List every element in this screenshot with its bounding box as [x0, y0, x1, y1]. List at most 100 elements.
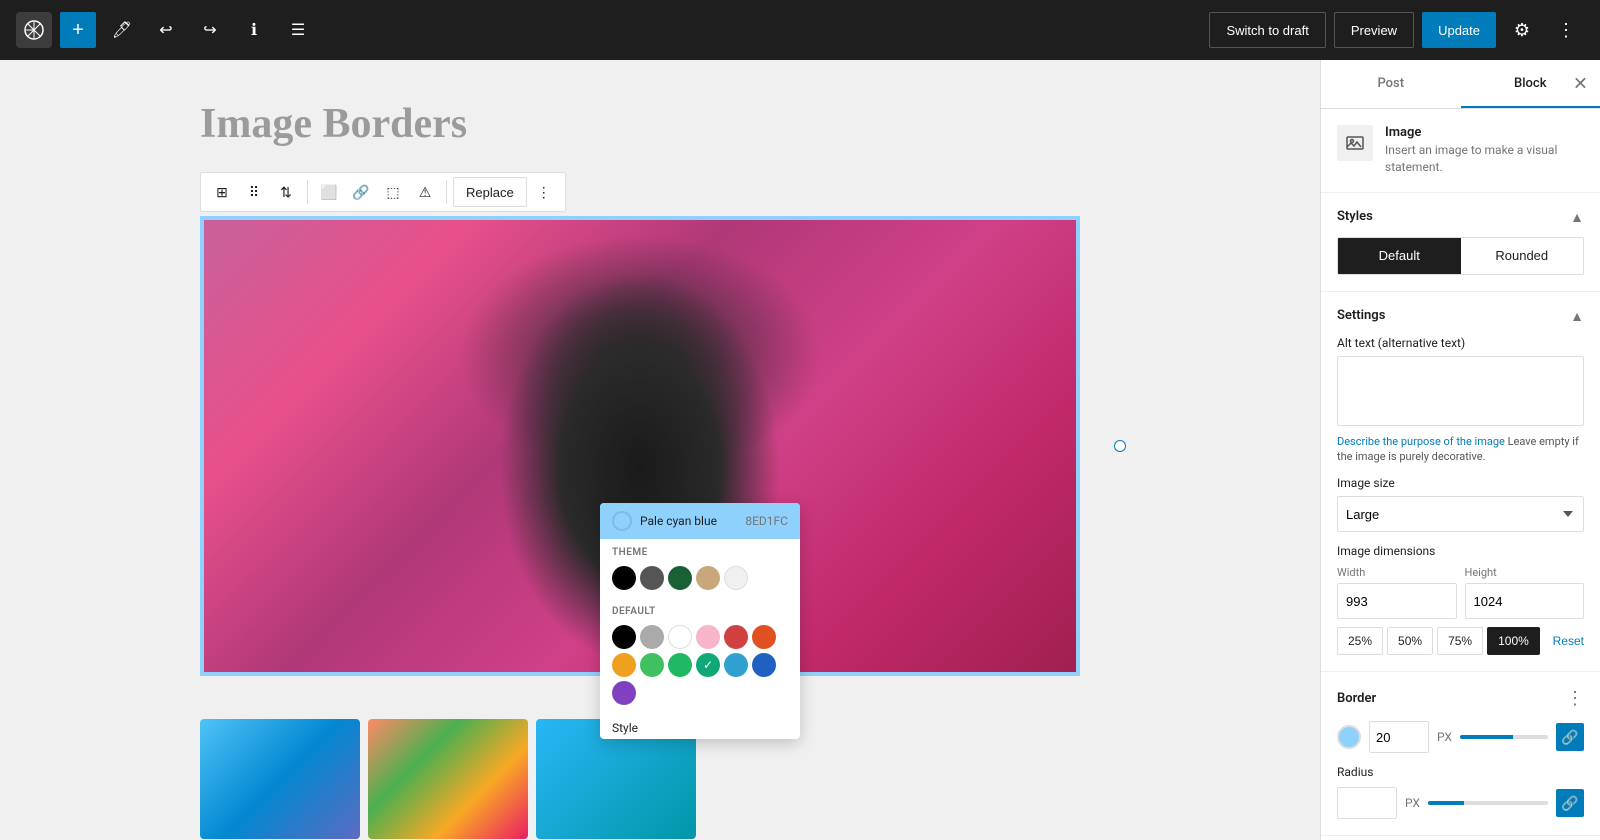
swatch-d-white[interactable]: [668, 625, 692, 649]
move-handle[interactable]: ⇅: [271, 177, 301, 207]
toolbar-left: + 🖊 ↩ ↪ ℹ ☰: [16, 12, 316, 48]
block-description: Insert an image to make a visual stateme…: [1385, 142, 1584, 176]
list-view-button[interactable]: ☰: [280, 12, 316, 48]
more-options-button[interactable]: ⋮: [1548, 12, 1584, 48]
swatch-d-darkred[interactable]: [724, 625, 748, 649]
swatch-d-pink[interactable]: [696, 625, 720, 649]
update-button[interactable]: Update: [1422, 12, 1496, 48]
reset-button[interactable]: Reset: [1553, 634, 1584, 648]
styles-section: Styles ▲ Default Rounded: [1321, 193, 1600, 292]
replace-button[interactable]: Replace: [453, 177, 527, 207]
radius-label: Radius: [1337, 765, 1584, 779]
undo-button[interactable]: ↩: [148, 12, 184, 48]
advanced-section: Advanced ▼: [1321, 836, 1600, 840]
alt-text-label: Alt text (alternative text): [1337, 336, 1584, 350]
drag-handle[interactable]: ⠿: [239, 177, 269, 207]
switch-to-draft-button[interactable]: Switch to draft: [1209, 12, 1325, 48]
alt-text-link[interactable]: Describe the purpose of the image Leave …: [1337, 434, 1584, 465]
image-size-label: Image size: [1337, 476, 1584, 490]
style-default-button[interactable]: Default: [1338, 238, 1461, 274]
post-title[interactable]: Image Borders: [200, 100, 1120, 148]
alt-text-input[interactable]: [1337, 356, 1584, 426]
swatch-dark-green[interactable]: [668, 566, 692, 590]
swatch-d-black[interactable]: [612, 625, 636, 649]
block-toolbar: ⊞ ⠿ ⇅ ⬜ 🔗 ⬚ ⚠ Replace ⋮: [200, 172, 566, 212]
swatch-d-orange[interactable]: [752, 625, 776, 649]
image-icon[interactable]: ⊞: [207, 177, 237, 207]
styles-toggle[interactable]: ▲: [1570, 209, 1584, 225]
align-button[interactable]: ⬜: [314, 177, 344, 207]
radius-row: PX 🔗: [1337, 787, 1584, 819]
border-slider[interactable]: [1460, 735, 1548, 739]
border-color-picker[interactable]: [1337, 725, 1361, 749]
image-size-select[interactable]: Thumbnail Medium Large Full Size: [1337, 496, 1584, 532]
border-value-input[interactable]: [1369, 721, 1429, 753]
swatch-d-gold[interactable]: [612, 653, 636, 677]
swatch-black[interactable]: [612, 566, 636, 590]
details-button[interactable]: ℹ: [236, 12, 272, 48]
editor-content: Image Borders ⊞ ⠿ ⇅ ⬜ 🔗 ⬚ ⚠ Replace ⋮: [180, 60, 1140, 840]
settings-title: Settings: [1337, 308, 1385, 323]
border-unit-label: PX: [1437, 730, 1452, 744]
border-link-button[interactable]: 🔗: [1556, 723, 1584, 751]
add-block-button[interactable]: +: [60, 12, 96, 48]
link-button[interactable]: 🔗: [346, 177, 376, 207]
border-section: Border ⋮ PX 🔗 Radius PX 🔗: [1321, 672, 1600, 836]
tab-post[interactable]: Post: [1321, 60, 1461, 108]
swatch-tan[interactable]: [696, 566, 720, 590]
pct-50-button[interactable]: 50%: [1387, 627, 1433, 655]
height-group: Height: [1465, 566, 1585, 619]
swatch-d-green[interactable]: [640, 653, 664, 677]
preview-button[interactable]: Preview: [1334, 12, 1414, 48]
height-label: Height: [1465, 566, 1585, 579]
tools-button[interactable]: 🖊: [104, 12, 140, 48]
swatch-d-skyblue[interactable]: [724, 653, 748, 677]
width-input[interactable]: [1337, 583, 1457, 619]
swatch-dark-gray[interactable]: [640, 566, 664, 590]
theme-swatches: [600, 562, 800, 598]
color-hex-label: 8ED1FC: [745, 514, 788, 528]
radius-value-input[interactable]: [1337, 787, 1397, 819]
thumbnail-2[interactable]: [368, 719, 528, 839]
swatch-d-purple[interactable]: [612, 681, 636, 705]
theme-label: THEME: [600, 539, 800, 562]
pct-25-button[interactable]: 25%: [1337, 627, 1383, 655]
more-block-options[interactable]: ⋮: [529, 177, 559, 207]
swatch-d-darkblue[interactable]: [752, 653, 776, 677]
styles-title: Styles: [1337, 209, 1373, 224]
settings-toggle[interactable]: ▲: [1570, 308, 1584, 324]
pct-100-button[interactable]: 100%: [1487, 627, 1540, 655]
image-dimensions-label: Image dimensions: [1337, 544, 1584, 558]
swatch-light[interactable]: [724, 566, 748, 590]
divider-2: [446, 180, 447, 204]
crop-button[interactable]: ⬚: [378, 177, 408, 207]
swatch-d-darkgreen[interactable]: [668, 653, 692, 677]
wordpress-logo[interactable]: [16, 12, 52, 48]
width-group: Width: [1337, 566, 1457, 619]
style-rounded-button[interactable]: Rounded: [1461, 238, 1584, 274]
image-block-icon: [1337, 125, 1373, 161]
redo-button[interactable]: ↪: [192, 12, 228, 48]
sidebar-close-button[interactable]: ✕: [1573, 74, 1588, 95]
radius-unit-label: PX: [1405, 796, 1420, 810]
pct-75-button[interactable]: 75%: [1437, 627, 1483, 655]
swatch-d-gray[interactable]: [640, 625, 664, 649]
warning-button[interactable]: ⚠: [410, 177, 440, 207]
radius-group: Radius PX 🔗: [1337, 765, 1584, 819]
style-section-label: Style: [600, 713, 800, 739]
style-buttons: Default Rounded: [1337, 237, 1584, 275]
settings-button[interactable]: ⚙: [1504, 12, 1540, 48]
swatch-d-teal[interactable]: [696, 653, 720, 677]
thumbnail-1[interactable]: [200, 719, 360, 839]
radius-slider[interactable]: [1428, 801, 1548, 805]
alt-text-group: Alt text (alternative text) Describe the…: [1337, 336, 1584, 465]
dimensions-row: Width Height: [1337, 566, 1584, 619]
settings-section: Settings ▲ Alt text (alternative text) D…: [1321, 292, 1600, 673]
settings-header: Settings ▲: [1337, 308, 1584, 324]
divider-1: [307, 180, 308, 204]
height-input[interactable]: [1465, 583, 1585, 619]
percent-buttons: 25% 50% 75% 100% Reset: [1337, 627, 1584, 655]
border-more-button[interactable]: ⋮: [1566, 688, 1584, 709]
radius-link-button[interactable]: 🔗: [1556, 789, 1584, 817]
resize-handle[interactable]: [1114, 440, 1126, 452]
